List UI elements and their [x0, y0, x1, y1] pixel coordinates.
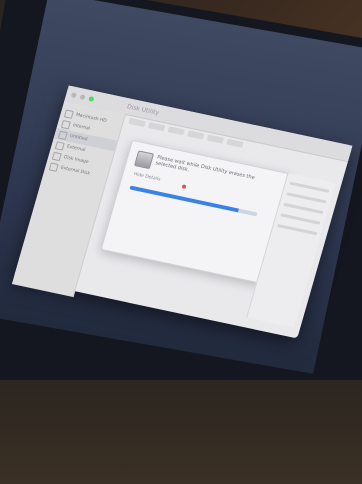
stop-icon[interactable] — [181, 184, 187, 190]
disk-icon — [60, 119, 72, 129]
info-line — [289, 181, 330, 193]
sidebar-item-label: Internal — [72, 123, 91, 132]
sidebar-item-label: External — [66, 144, 86, 154]
hard-disk-icon — [133, 150, 155, 170]
disk-icon — [51, 151, 62, 161]
desk-surface — [0, 380, 362, 484]
restore-button[interactable] — [187, 130, 205, 140]
info-line — [286, 192, 327, 204]
disk-icon — [54, 140, 65, 151]
erase-button[interactable] — [167, 126, 185, 136]
disk-icon — [48, 161, 59, 172]
info-line — [280, 213, 321, 225]
disk-icon — [57, 130, 68, 140]
close-button[interactable] — [70, 91, 78, 98]
info-button[interactable] — [226, 138, 244, 148]
unmount-button[interactable] — [206, 134, 224, 144]
progress-bar — [129, 185, 258, 217]
sidebar-item-label: Untitled — [69, 133, 88, 143]
disk-icon — [64, 108, 75, 119]
info-line — [277, 224, 318, 236]
zoom-button[interactable] — [88, 95, 95, 102]
partition-button[interactable] — [147, 122, 166, 132]
first-aid-button[interactable] — [128, 117, 146, 128]
sidebar-item-label: External Disk — [59, 165, 91, 177]
minimize-button[interactable] — [79, 93, 86, 100]
progress-fill — [129, 185, 239, 213]
info-line — [283, 202, 324, 215]
dialog-message: Please wait while Disk Utility erases th… — [154, 154, 256, 182]
details-toggle[interactable]: Hide Details — [133, 172, 161, 182]
